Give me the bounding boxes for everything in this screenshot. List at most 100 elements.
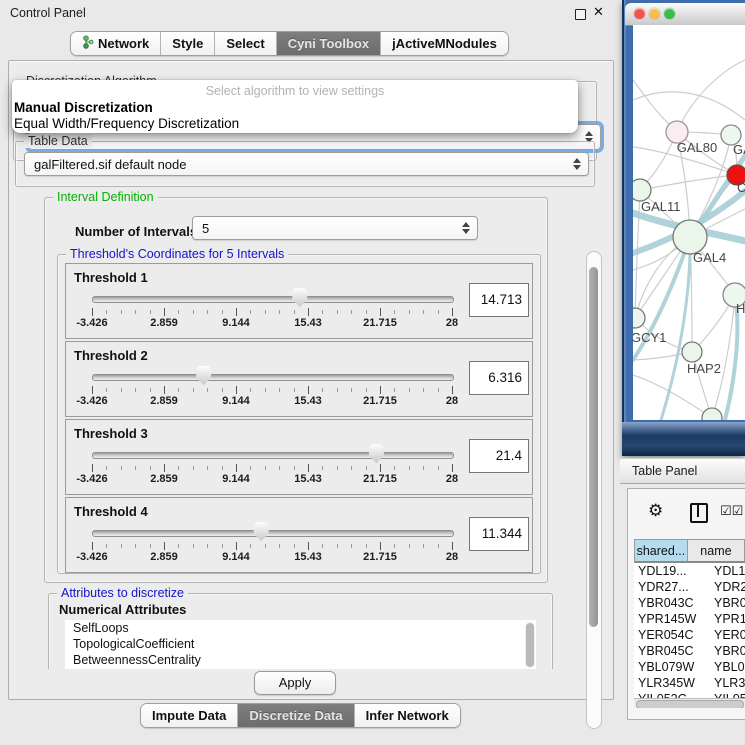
cell-name: YLR34 [708,675,745,691]
network-edge-highlighted [661,237,690,420]
tab-style[interactable]: Style [161,32,215,55]
slider-thumb[interactable] [291,288,308,307]
table-row[interactable]: YBL079WYBL07 [634,659,745,675]
table-row[interactable]: YBR045CYBR04 [634,643,745,659]
network-node[interactable] [702,408,722,420]
thresholds-group: Threshold's Coordinates for 5 Intervals … [57,254,541,574]
control-panel: Control Panel ✕ Network Style Select Cyni T… [0,0,620,745]
node-label-gcy1: GCY1 [633,330,666,345]
node-label-gal4: GAL4 [693,250,726,265]
threshold-slider-3[interactable]: -3.4262.8599.14415.4321.71528 [66,420,532,494]
node-label-ga: GA [733,142,745,157]
thresholds-title: Threshold's Coordinates for 5 Intervals [66,247,288,261]
tab-label: Network [98,36,149,51]
combo-arrows-icon [462,222,470,234]
panel-title: Control Panel [10,6,86,20]
table-row[interactable]: YLR345WYLR34 [634,675,745,691]
tab-discretize-data[interactable]: Discretize Data [238,704,354,727]
tab-infer-network[interactable]: Infer Network [355,704,460,727]
zoom-traffic-light[interactable] [664,8,675,19]
table-row[interactable]: YPR145WYPR14 [634,611,745,627]
network-view-window: GAL80GACGAL11GAL4GCY1HHAP2 [622,0,745,456]
table-data-group: Table Data galFiltered.sif default node [15,141,595,187]
network-node[interactable] [673,220,707,254]
table-row[interactable]: YBR043CYBR04 [634,595,745,611]
slider-thumb[interactable] [253,522,270,541]
tab-label: Cyni Toolbox [288,36,369,51]
numerical-attributes-list[interactable]: SelfLoopsTopologicalCoefficientBetweenne… [65,620,536,669]
tab-impute-data[interactable]: Impute Data [141,704,238,727]
threshold-slider-1[interactable]: -3.4262.8599.14415.4321.71528 [66,264,532,338]
cyni-toolbox-content: Discretization Algorithm Table Data galF… [8,60,614,700]
network-icon [82,35,94,52]
table-data-value: galFiltered.sif default node [34,157,186,172]
network-svg: GAL80GACGAL11GAL4GCY1HHAP2 [633,25,745,420]
threshold-row-4: Threshold 4-3.4262.8599.14415.4321.71528… [65,497,533,573]
column-header-shared[interactable]: shared... [635,540,688,561]
column-header-name[interactable]: name [688,540,745,561]
attributes-title: Attributes to discretize [57,586,188,600]
threshold-value-field-1[interactable]: 14.713 [469,283,529,317]
node-label-gal80: GAL80 [677,140,717,155]
attribute-item-betweennesscentrality[interactable]: BetweennessCentrality [65,652,536,668]
cell-shared-name: YLR345W [634,675,708,691]
threshold-row-1: Threshold 1-3.4262.8599.14415.4321.71528… [65,263,533,339]
settings-scrollpane: Interval Definition Number of Intervals … [17,187,575,669]
minimize-traffic-light[interactable] [649,8,660,19]
tab-label: Select [226,36,264,51]
table-data-combobox[interactable]: galFiltered.sif default node [24,152,589,176]
table-panel-title: Table Panel [632,464,697,478]
table-row[interactable]: YER054CYER05 [634,627,745,643]
cell-shared-name: YDR27... [634,579,708,595]
apply-button[interactable]: Apply [254,671,336,695]
network-window-bottom-frame [622,422,745,456]
table-panel-header: Table Panel [620,458,745,484]
attribute-item-topologicalcoefficient[interactable]: TopologicalCoefficient [65,636,536,652]
slider-thumb[interactable] [368,444,385,463]
threshold-row-2: Threshold 2-3.4262.8599.14415.4321.71528… [65,341,533,417]
gear-icon[interactable]: ⚙ [648,501,663,521]
network-node[interactable] [633,308,645,328]
settings-scrollbar[interactable] [586,251,602,729]
attribute-item-selfloops[interactable]: SelfLoops [65,620,536,636]
threshold-value-field-2[interactable]: 6.316 [469,361,529,395]
threshold-slider-4[interactable]: -3.4262.8599.14415.4321.71528 [66,498,532,572]
network-canvas[interactable]: GAL80GACGAL11GAL4GCY1HHAP2 [633,25,745,420]
threshold-slider-2[interactable]: -3.4262.8599.14415.4321.71528 [66,342,532,416]
algorithm-option-equal-width-frequency-discretization[interactable]: Equal Width/Frequency Discretization [14,116,576,132]
table-data-title: Table Data [24,134,92,148]
number-of-intervals-combobox[interactable]: 5 [192,216,478,240]
cell-name: YIL05 [708,691,745,698]
table-row[interactable]: YIL052CYIL05 [634,691,745,698]
table-hscrollbar[interactable] [634,698,745,708]
close-traffic-light[interactable] [634,8,645,19]
table-rows: YDL19...YDL19YDR27...YDR27YBR043CYBR04YP… [634,563,745,698]
attributes-scrollbar[interactable] [525,622,535,668]
tab-jactivemnodules[interactable]: jActiveMNodules [381,32,508,55]
network-node[interactable] [633,179,651,201]
table-row[interactable]: YDR27...YDR27 [634,579,745,595]
number-of-intervals-value: 5 [202,221,209,236]
interval-definition-title: Interval Definition [53,190,158,204]
threshold-value-field-3[interactable]: 21.4 [469,439,529,473]
table-panel: ⚙ ☑☑ shared...name YDL19...YDL19YDR27...… [627,488,745,720]
checkbox-icons[interactable]: ☑☑ [720,503,743,519]
slider-thumb[interactable] [195,366,212,385]
table-row[interactable]: YDL19...YDL19 [634,563,745,579]
split-columns-icon[interactable] [690,503,708,523]
combo-arrows-icon [573,158,581,170]
tab-network[interactable]: Network [71,32,161,55]
cell-name: YBL07 [708,659,745,675]
cell-name: YBR04 [708,595,745,611]
node-label-gal11: GAL11 [641,199,681,214]
cell-name: YDL19 [708,563,745,579]
tab-label: Impute Data [152,708,226,723]
float-window-icon[interactable] [575,9,586,20]
close-icon[interactable]: ✕ [593,4,604,20]
threshold-value-field-4[interactable]: 11.344 [469,517,529,551]
algorithm-option-manual-discretization[interactable]: Manual Discretization [14,100,576,116]
network-node[interactable] [682,342,702,362]
tab-label: jActiveMNodules [392,36,497,51]
tab-select[interactable]: Select [215,32,276,55]
tab-cyni-toolbox[interactable]: Cyni Toolbox [277,32,381,55]
